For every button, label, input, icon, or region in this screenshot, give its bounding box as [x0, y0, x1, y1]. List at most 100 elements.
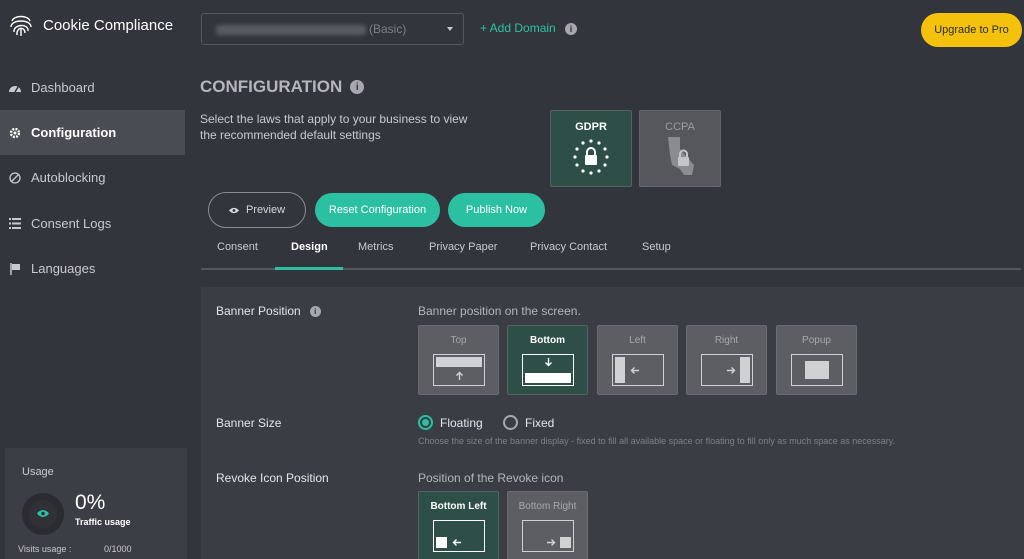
layout-preview [522, 354, 574, 386]
option-label: Top [450, 335, 467, 346]
revoke-position-bottom-left[interactable]: Bottom Left [418, 491, 499, 559]
arrow-right-icon [727, 367, 736, 374]
revoke-icon-position-label: Revoke Icon Position [216, 471, 329, 485]
california-lock-icon [668, 137, 694, 175]
layout-preview [701, 354, 753, 386]
option-label: Popup [802, 335, 831, 346]
arrow-right-icon [547, 539, 556, 546]
add-domain-label: + Add Domain [480, 21, 556, 35]
list-icon [8, 217, 22, 231]
layout-preview [522, 520, 574, 552]
eye-icon [36, 505, 50, 523]
sidebar-item-label: Dashboard [31, 80, 95, 95]
sidebar-item-configuration[interactable]: Configuration [0, 110, 185, 155]
add-domain-link[interactable]: + Add Domain i [480, 21, 578, 35]
banner-position-hint: Banner position on the screen. [418, 304, 581, 318]
domain-select[interactable]: (Basic) [201, 13, 464, 45]
revoke-position-bottom-right[interactable]: Bottom Right [507, 491, 588, 559]
visits-value: 0/1000 [104, 544, 132, 554]
page-title-text: CONFIGURATION [200, 77, 343, 96]
radio-selected [418, 415, 433, 430]
banner-position-top[interactable]: Top [418, 325, 499, 395]
radio-label: Fixed [525, 415, 555, 430]
layout-preview [433, 520, 485, 552]
tab-privacy-contact[interactable]: Privacy Contact [530, 241, 607, 253]
dashboard-icon [8, 81, 22, 95]
law-card-gdpr[interactable]: GDPR [550, 110, 632, 187]
arrow-left-icon [630, 367, 639, 374]
arrow-up-icon [456, 371, 463, 380]
sidebar-item-autoblocking[interactable]: Autoblocking [0, 155, 185, 200]
app-logo[interactable]: Cookie Compliance [8, 11, 173, 39]
page-title: CONFIGURATION i [200, 77, 365, 97]
law-label: CCPA [665, 121, 695, 133]
banner-size-description: Choose the size of the banner display - … [418, 436, 896, 446]
sidebar-item-label: Languages [31, 261, 96, 276]
usage-subtitle: Traffic usage [75, 517, 131, 527]
sidebar: Cookie Compliance Dashboard Configuratio… [0, 0, 187, 559]
sidebar-item-dashboard[interactable]: Dashboard [0, 65, 185, 110]
law-card-ccpa[interactable]: CCPA [639, 110, 721, 187]
preview-button[interactable]: Preview [208, 192, 306, 228]
gear-icon [8, 126, 22, 140]
tab-setup[interactable]: Setup [642, 241, 671, 253]
radio-label: Floating [440, 415, 483, 430]
option-label: Bottom Right [518, 501, 577, 512]
radio-unselected [503, 415, 518, 430]
preview-label: Preview [245, 204, 286, 216]
banner-position-right[interactable]: Right [686, 325, 767, 395]
layout-preview [612, 354, 664, 386]
banner-position-label: Banner Position i [216, 304, 321, 318]
banner-size-label: Banner Size [216, 416, 282, 430]
option-label: Right [714, 335, 739, 346]
arrow-left-icon [452, 539, 461, 546]
layout-preview [791, 354, 843, 386]
info-icon[interactable]: i [565, 23, 578, 35]
sidebar-item-label: Configuration [31, 125, 117, 140]
block-icon [8, 171, 22, 185]
banner-position-bottom[interactable]: Bottom [507, 325, 588, 395]
design-panel: Banner Position i Banner position on the… [201, 287, 1024, 559]
domain-plan: (Basic) [369, 22, 407, 36]
usage-ring [22, 493, 64, 535]
sidebar-item-languages[interactable]: Languages [0, 246, 185, 291]
reset-configuration-button[interactable]: Reset Configuration [315, 193, 440, 227]
flag-icon [8, 262, 22, 276]
tab-design[interactable]: Design [291, 241, 328, 253]
banner-size-floating-radio[interactable]: Floating [418, 415, 483, 430]
banner-position-left[interactable]: Left [597, 325, 678, 395]
sidebar-item-consent-logs[interactable]: Consent Logs [0, 201, 185, 246]
tab-metrics[interactable]: Metrics [358, 241, 393, 253]
banner-position-popup[interactable]: Popup [776, 325, 857, 395]
fingerprint-icon [10, 15, 32, 36]
visits-label: Visits usage : [18, 544, 72, 554]
tab-consent[interactable]: Consent [217, 241, 258, 253]
eu-stars-lock-icon [573, 139, 609, 175]
publish-now-button[interactable]: Publish Now [448, 193, 545, 227]
active-tab-indicator [275, 267, 343, 270]
usage-title: Usage [22, 466, 54, 478]
revoke-icon-position-hint: Position of the Revoke icon [418, 471, 564, 485]
laws-description: Select the laws that apply to your busin… [200, 112, 468, 142]
tab-privacy-paper[interactable]: Privacy Paper [429, 241, 497, 253]
app-title: Cookie Compliance [43, 16, 174, 34]
info-icon[interactable]: i [309, 305, 321, 317]
upgrade-button[interactable]: Upgrade to Pro [921, 13, 1022, 47]
option-label: Left [629, 335, 646, 346]
sidebar-item-label: Autoblocking [31, 170, 106, 185]
banner-position-label-text: Banner Position [216, 304, 301, 318]
blurred-domain-name [216, 25, 366, 35]
law-label: GDPR [575, 121, 607, 133]
usage-panel: Usage 0% Traffic usage Visits usage : 0/… [5, 448, 187, 559]
sidebar-item-label: Consent Logs [31, 216, 112, 231]
eye-icon [228, 207, 239, 214]
banner-size-fixed-radio[interactable]: Fixed [503, 415, 554, 430]
usage-percent: 0% [75, 491, 106, 514]
chevron-down-icon [447, 27, 453, 31]
option-label: Bottom [530, 335, 565, 346]
arrow-down-icon [545, 358, 552, 367]
option-label: Bottom Left [430, 501, 487, 512]
info-icon[interactable]: i [350, 80, 365, 94]
layout-preview [433, 354, 485, 386]
config-tabs: Consent Design Metrics Privacy Paper Pri… [201, 236, 1021, 270]
